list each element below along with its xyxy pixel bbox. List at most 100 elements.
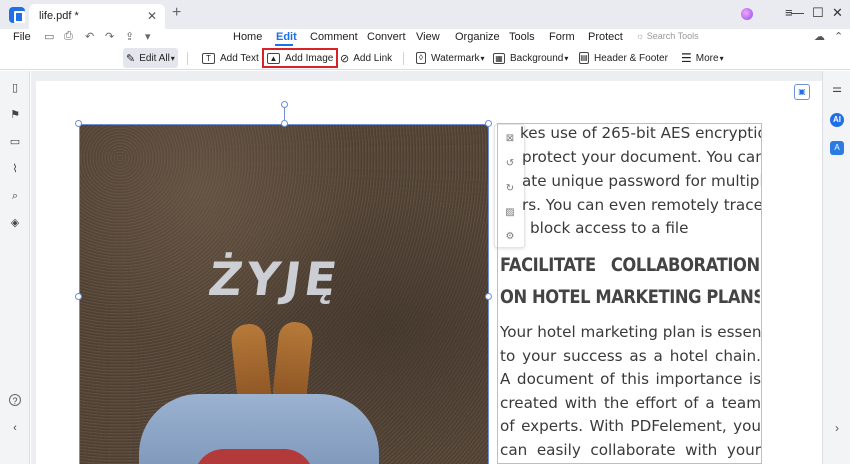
toolbar-divider [187,52,188,65]
add-text-label: Add Text [220,52,259,64]
collapse-left-icon[interactable]: ‹ [9,422,21,434]
new-tab-button[interactable]: + [172,5,181,21]
text-line: block access to a file. [530,219,690,237]
rotate-handle[interactable] [281,101,288,108]
app-logo-icon [9,7,25,23]
menu-organize[interactable]: Organize [455,31,500,43]
minimize-button[interactable]: — [791,6,804,20]
text-line: created with the effort of a team [500,393,761,412]
paragraph-encryption[interactable]: kes use of 265-bit AES encryption [520,122,761,146]
edit-all-button[interactable]: ✎ Edit All ▾ [123,48,178,68]
ai-assistant-icon[interactable]: AI [830,113,844,127]
text-line: protect your document. You can [522,148,761,166]
menu-tools[interactable]: Tools [509,31,535,43]
properties-icon[interactable]: ⚌ [830,82,844,96]
pages-icon[interactable]: ▯ [9,82,21,94]
chevron-down-icon: ▾ [480,53,485,63]
search-tools-label: Search Tools [646,31,699,41]
text-line: rs. You can even remotely trace [522,196,761,214]
edit-mode-icon[interactable]: ▣ [794,84,810,100]
cloud-upload-icon[interactable]: ☁ [814,30,825,43]
attachment-icon[interactable]: ⌇ [9,163,21,175]
add-image-label: Add Image [285,52,334,64]
help-icon[interactable]: ? [9,394,21,406]
add-link-label: Add Link [353,52,393,64]
heading-line: FACILITATE COLLABORATION [500,254,760,276]
close-button[interactable]: ✕ [832,6,843,20]
header-footer-icon: ▤ [579,52,589,64]
header-footer-label: Header & Footer [594,52,668,64]
image-selection-frame [79,124,489,464]
comment-icon[interactable]: ▭ [9,136,21,148]
document-tab[interactable]: life.pdf * ✕ [29,4,165,29]
watermark-icon: ◊ [416,52,426,64]
resize-handle-top-left[interactable] [75,120,82,127]
share-icon[interactable]: ⇪ [125,30,134,43]
maximize-button[interactable]: ☐ [812,6,824,20]
text-line: ate unique password for multiple [522,172,761,190]
text-line: can easily collaborate with your [500,440,761,459]
collapse-right-icon[interactable]: › [830,421,844,435]
right-sidebar: ⚌ AI A › [822,71,850,464]
edit-toolbar: ✎ Edit All ▾ T Add Text ▲ Add Image ⊘ Ad… [0,46,850,70]
more-label: More [695,52,719,64]
paragraph-encryption-line2[interactable]: protect your document. You can [522,146,761,170]
paragraph-collaboration[interactable]: Your hotel marketing plan is essential t… [500,321,761,462]
toolbar-divider [403,52,404,65]
text-line: Your hotel marketing plan is essential [500,323,761,341]
add-text-button[interactable]: T Add Text [199,48,262,68]
watermark-label: Watermark [431,52,480,64]
text-line: to your success as a hotel chain. [500,346,761,365]
tab-title: life.pdf * [39,10,79,22]
menu-form[interactable]: Form [549,31,575,43]
left-sidebar: ▯ ⚑ ▭ ⌇ ⌕ ◈ ? ‹ [0,71,30,464]
chevron-down-icon: ▾ [170,53,175,63]
menu-edit[interactable]: Edit [276,31,297,43]
paragraph-encryption-line3[interactable]: ate unique password for multiple [522,170,761,194]
title-bar: life.pdf * ✕ + ≡ — ☐ ✕ [0,0,850,29]
text-line: of experts. With PDFelement, you [500,417,761,435]
search-icon[interactable]: ⌕ [9,190,21,202]
watermark-button[interactable]: ◊ Watermark ▾ [413,48,488,68]
resize-handle-top[interactable] [281,120,288,127]
add-image-button[interactable]: ▲ Add Image [262,48,339,68]
menu-home[interactable]: Home [233,31,262,43]
user-avatar[interactable] [741,8,753,20]
chevron-down-icon: ▾ [719,53,724,63]
undo-icon[interactable]: ↶ [85,30,94,43]
paragraph-encryption-line5[interactable]: block access to a file. [530,217,690,241]
menu-bar: File ▭ ⎙ ↶ ↷ ⇪ ▾ Home Edit Comment Conve… [0,29,850,46]
resize-handle-top-right[interactable] [485,120,492,127]
resize-handle-right[interactable] [485,293,492,300]
background-label: Background [510,52,564,64]
file-menu[interactable]: File [13,31,31,43]
collapse-ribbon-icon[interactable]: ⌃ [834,30,843,43]
more-lines-icon: ☰ [681,51,692,65]
menu-convert[interactable]: Convert [367,31,406,43]
translate-icon[interactable]: A [830,141,844,155]
lightbulb-icon: ☼ [636,31,647,41]
menu-protect[interactable]: Protect [588,31,623,43]
header-footer-button[interactable]: ▤ Header & Footer [576,48,671,68]
search-tools[interactable]: ☼ Search Tools [636,31,699,41]
quick-access-dropdown-icon[interactable]: ▾ [145,30,151,43]
background-icon: ▦ [493,52,505,64]
text-box-icon: T [202,52,215,64]
print-icon[interactable]: ⎙ [64,30,73,43]
menu-comment[interactable]: Comment [310,31,358,43]
add-link-button[interactable]: ⊘ Add Link [337,48,395,68]
layers-icon[interactable]: ◈ [9,217,21,229]
paragraph-encryption-line4[interactable]: rs. You can even remotely trace [522,194,761,218]
edit-all-label: Edit All [139,52,170,64]
more-button[interactable]: ☰ More ▾ [678,48,727,68]
save-icon[interactable]: ▭ [44,30,54,43]
background-button[interactable]: ▦ Background ▾ [490,48,571,68]
heading-line: ON HOTEL MARKETING PLANS [500,286,760,308]
tab-close-icon[interactable]: ✕ [147,9,157,23]
menu-view[interactable]: View [416,31,440,43]
heading-collaboration[interactable]: FACILITATE COLLABORATION ON HOTEL MARKET… [500,249,760,313]
bookmark-icon[interactable]: ⚑ [9,109,21,121]
image-icon: ▲ [267,52,280,64]
redo-icon[interactable]: ↷ [105,30,114,43]
resize-handle-left[interactable] [75,293,82,300]
